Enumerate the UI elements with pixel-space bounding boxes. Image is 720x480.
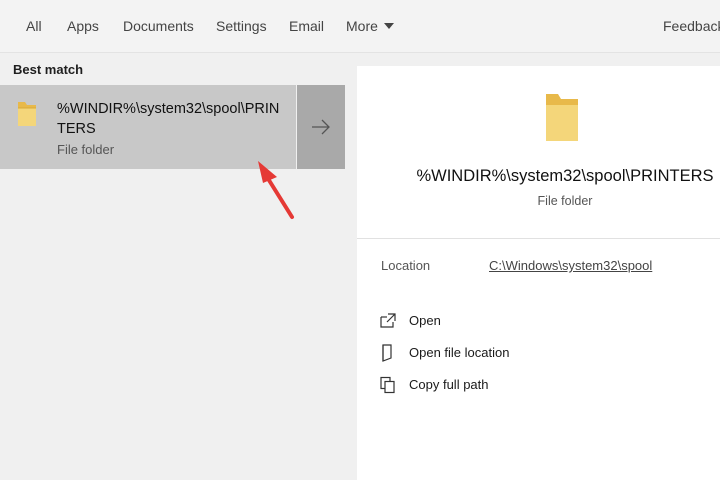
open-file-location-label: Open file location: [409, 345, 510, 360]
preview-subtitle: File folder: [537, 194, 593, 208]
result-title: %WINDIR%\system32\spool\PRINTERS: [57, 101, 280, 137]
feedback-link[interactable]: Feedback: [663, 0, 720, 52]
tab-email[interactable]: Email: [289, 0, 324, 52]
annotation-arrow-icon: [258, 161, 294, 219]
location-link[interactable]: C:\Windows\system32\spool: [489, 258, 652, 273]
tab-settings[interactable]: Settings: [216, 0, 267, 52]
folder-icon: [543, 91, 581, 148]
preview-pane: %WINDIR%\system32\spool\PRINTERS File fo…: [357, 66, 720, 480]
file-location-icon: [379, 344, 397, 367]
copy-full-path-action[interactable]: Copy full path: [379, 375, 679, 397]
open-label: Open: [409, 313, 441, 328]
arrow-right-icon: [312, 119, 330, 135]
tab-all[interactable]: All: [26, 0, 42, 52]
results-pane: Best match %WINDIR%\system32\spool\PRINT…: [0, 53, 345, 480]
best-match-heading: Best match: [13, 62, 84, 77]
divider: [357, 238, 720, 239]
result-subtitle: File folder: [57, 142, 115, 157]
open-file-location-action[interactable]: Open file location: [379, 343, 679, 365]
copy-icon: [379, 376, 397, 399]
tab-documents[interactable]: Documents: [123, 0, 194, 52]
open-preview-button[interactable]: [297, 85, 345, 169]
tab-apps[interactable]: Apps: [67, 0, 99, 52]
copy-full-path-label: Copy full path: [409, 377, 489, 392]
folder-icon: [16, 100, 38, 133]
location-label: Location: [381, 258, 431, 273]
tab-more[interactable]: More: [346, 0, 394, 52]
caret-down-icon: [383, 23, 394, 30]
open-action[interactable]: Open: [379, 311, 679, 333]
search-filter-bar: All Apps Documents Settings Email More F…: [0, 0, 720, 53]
tab-more-label: More: [346, 18, 378, 34]
preview-title: %WINDIR%\system32\spool\PRINTERS: [416, 167, 714, 185]
open-icon: [379, 312, 397, 335]
